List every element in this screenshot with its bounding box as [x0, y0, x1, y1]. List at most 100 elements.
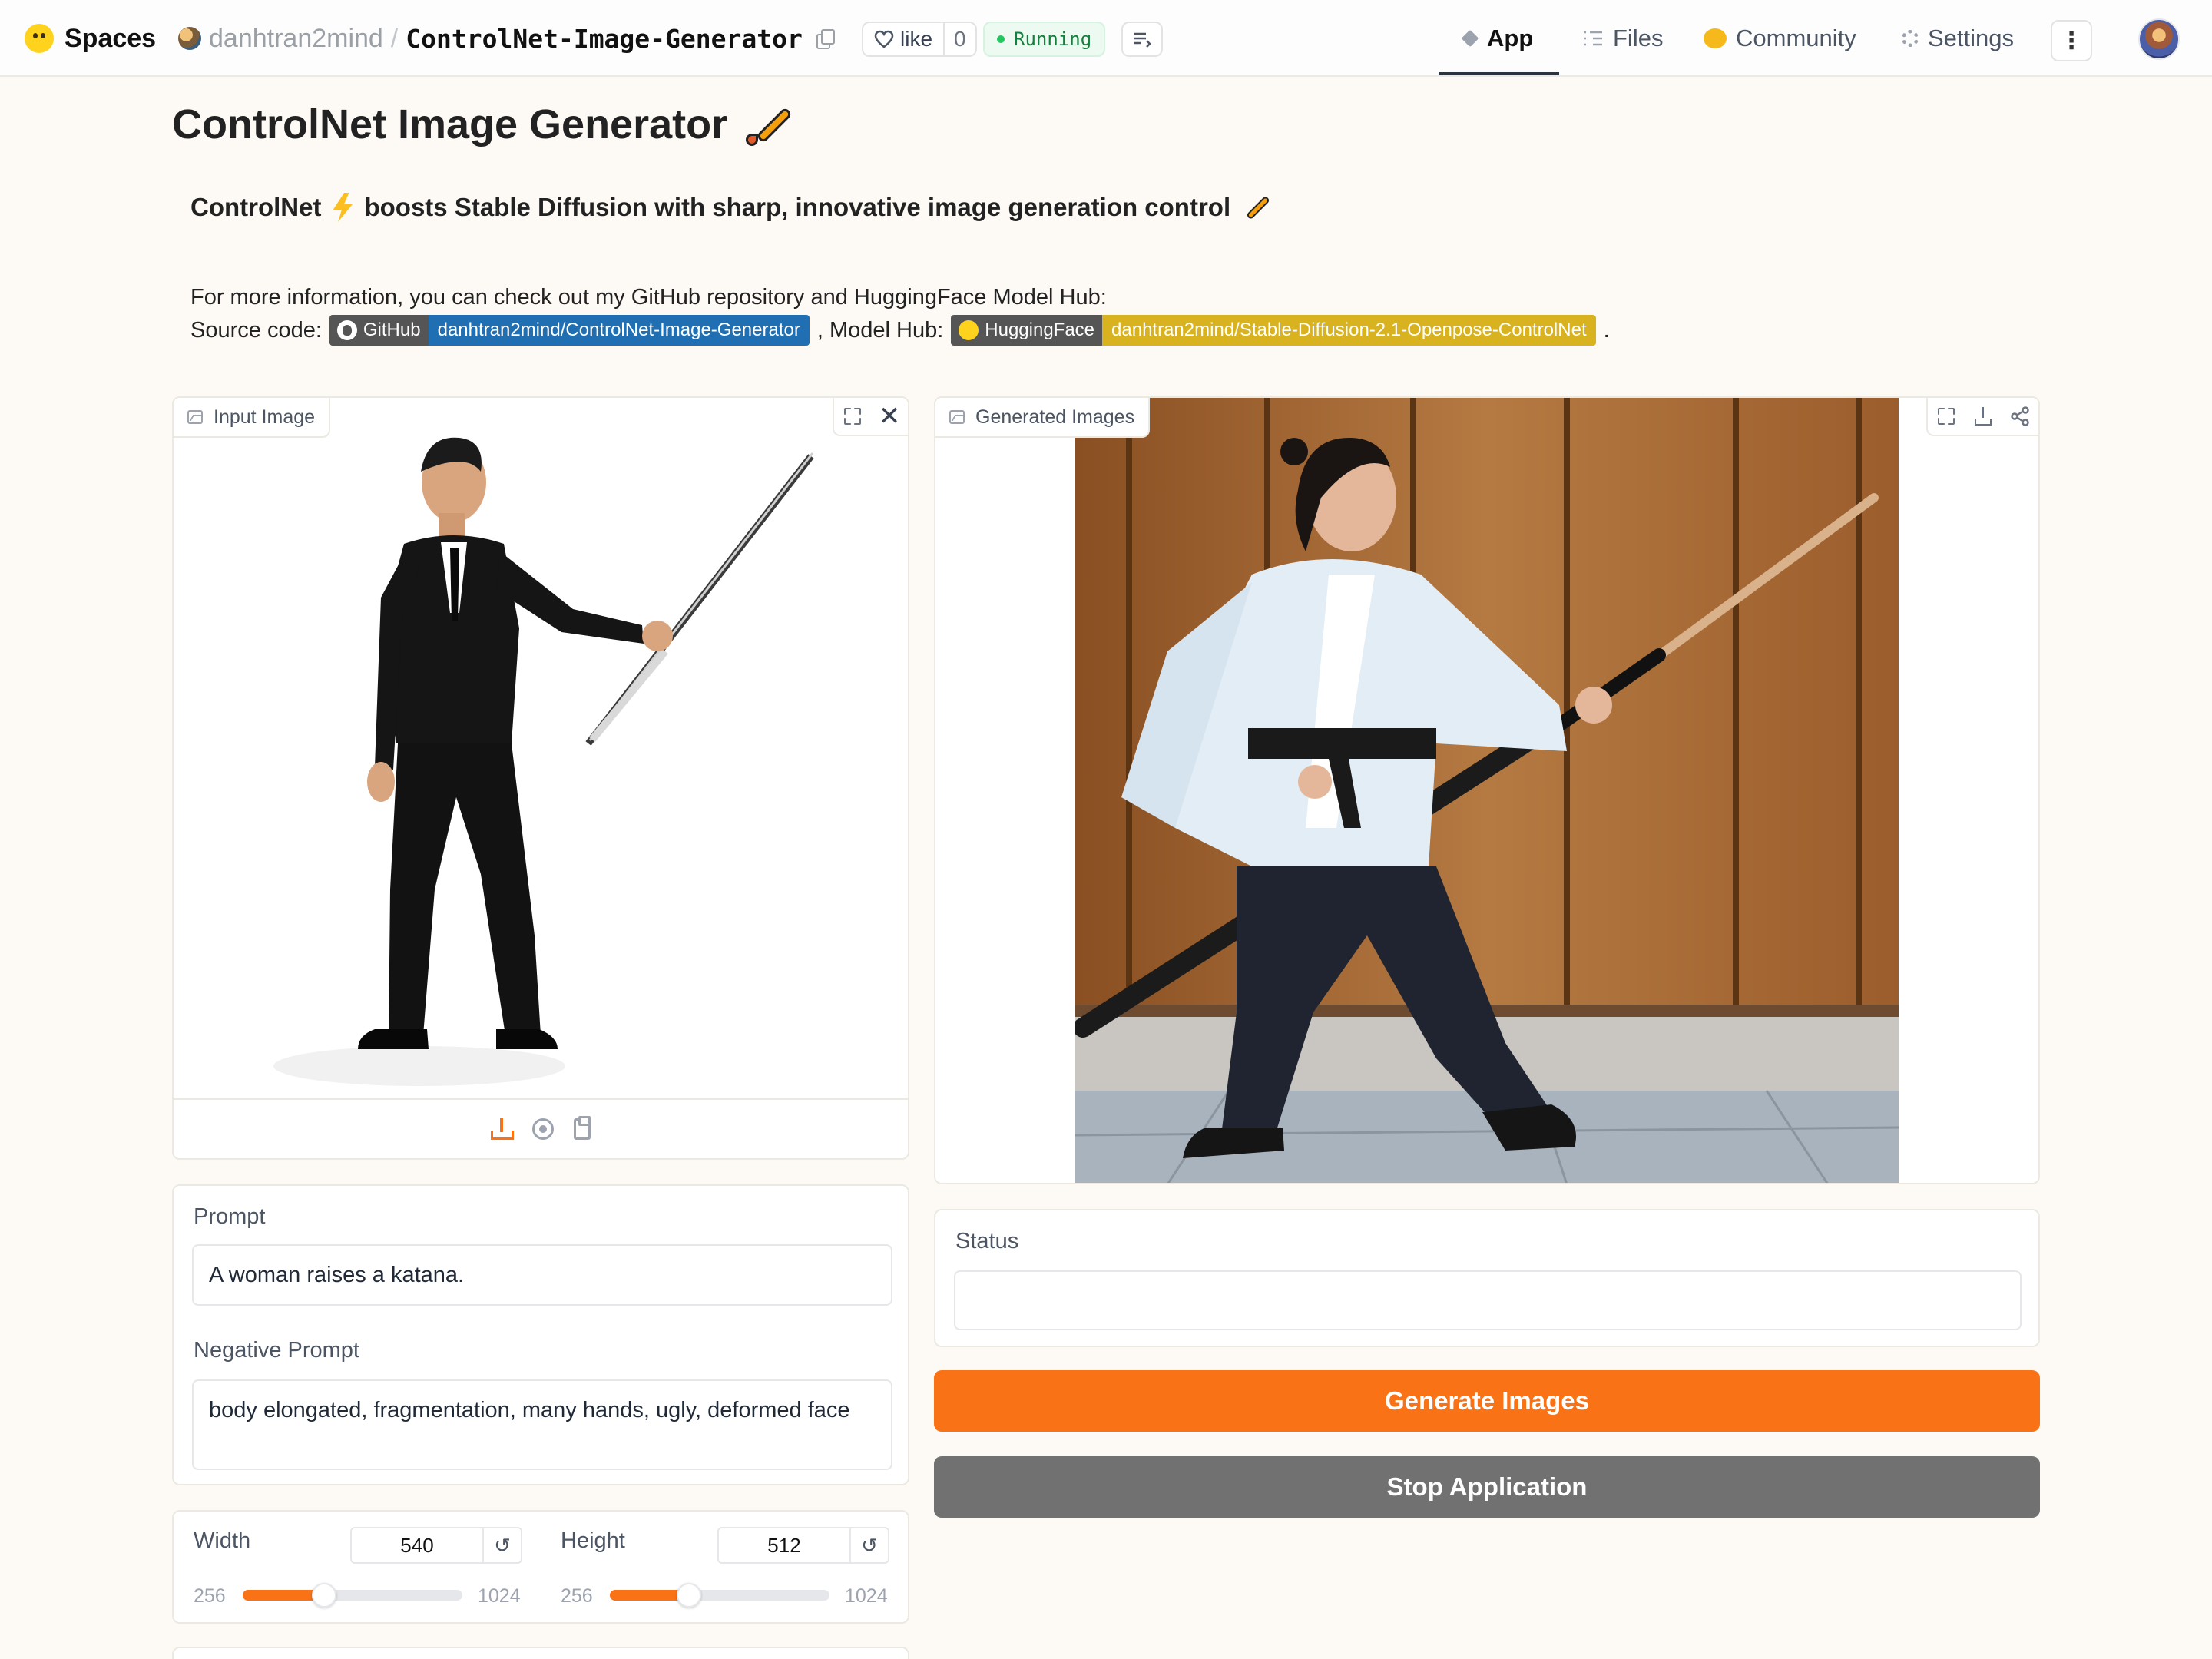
- hf-badge-left: HuggingFace: [985, 320, 1095, 340]
- tab-settings-label: Settings: [1928, 25, 2015, 51]
- like-label: like: [900, 27, 933, 51]
- info-text: For more information, you can check out …: [190, 285, 1107, 310]
- repo-name-link[interactable]: ControlNet-Image-Generator: [406, 24, 803, 54]
- paintbrush-icon: [743, 100, 793, 149]
- generate-images-button[interactable]: Generate Images: [934, 1370, 2040, 1432]
- like-count: 0: [943, 23, 975, 55]
- github-badge-link[interactable]: GitHub danhtran2mind/ControlNet-Image-Ge…: [329, 315, 810, 346]
- input-image-toolbar: ✕: [833, 398, 908, 436]
- download-button[interactable]: [1965, 398, 2002, 435]
- negative-prompt-input[interactable]: body elongated, fragmentation, many hand…: [192, 1379, 892, 1470]
- upload-icon[interactable]: [491, 1118, 514, 1140]
- clear-image-button[interactable]: ✕: [871, 398, 908, 435]
- heart-icon: [874, 30, 894, 48]
- status-badge-label: Running: [1014, 28, 1092, 50]
- files-icon: [1584, 31, 1602, 46]
- active-tab-indicator: [1439, 72, 1559, 75]
- webcam-icon[interactable]: [532, 1118, 554, 1140]
- width-max: 1024: [478, 1585, 521, 1607]
- github-badge-left: GitHub: [363, 320, 421, 340]
- fullscreen-button[interactable]: [834, 398, 871, 435]
- image-icon: [949, 410, 965, 424]
- top-nav: Spaces danhtran2mind / ControlNet-Image-…: [0, 0, 2212, 77]
- download-icon: [1975, 407, 1992, 426]
- repo-breadcrumb: danhtran2mind / ControlNet-Image-Generat…: [178, 20, 835, 57]
- trailing-period: .: [1603, 317, 1610, 343]
- status-label: Status: [955, 1229, 1019, 1253]
- height-number-input[interactable]: 512 ↺: [717, 1527, 889, 1564]
- community-icon: [1704, 28, 1727, 48]
- huggingface-logo-icon: [25, 24, 54, 53]
- subtitle-rest: boosts Stable Diffusion with sharp, inno…: [364, 193, 1231, 221]
- tab-community[interactable]: Community: [1704, 20, 1856, 57]
- prompt-input[interactable]: A woman raises a katana.: [192, 1244, 892, 1306]
- page-subtitle: ControlNet boosts Stable Diffusion with …: [190, 192, 1271, 223]
- source-links: Source code: GitHub danhtran2mind/Contro…: [190, 315, 1610, 346]
- huggingface-icon: [959, 320, 979, 340]
- breadcrumb-separator: /: [390, 23, 399, 53]
- tab-community-label: Community: [1736, 25, 1856, 51]
- lightning-icon: [333, 193, 353, 222]
- owner-link[interactable]: danhtran2mind: [209, 24, 383, 54]
- logs-icon: [1134, 32, 1151, 48]
- status-output[interactable]: [954, 1270, 2022, 1330]
- page-title: ControlNet Image Generator: [172, 100, 793, 149]
- height-max: 1024: [845, 1585, 888, 1607]
- clipboard-icon[interactable]: [574, 1116, 591, 1140]
- model-hub-label: , Model Hub:: [816, 317, 944, 343]
- share-icon: [2011, 406, 2029, 426]
- github-badge-right: danhtran2mind/ControlNet-Image-Generator: [428, 315, 810, 346]
- status-block: Status: [934, 1209, 2040, 1347]
- close-icon: ✕: [878, 402, 901, 431]
- image-icon: [187, 410, 203, 424]
- fullscreen-button[interactable]: [1928, 398, 1965, 435]
- huggingface-badge-link[interactable]: HuggingFace danhtran2mind/Stable-Diffusi…: [951, 315, 1596, 346]
- height-slider[interactable]: [610, 1583, 830, 1608]
- copy-icon[interactable]: [816, 29, 835, 49]
- more-vertical-icon: ⋮: [2060, 28, 2083, 54]
- gear-icon: [1902, 30, 1919, 47]
- brand-label: Spaces: [65, 23, 157, 53]
- stop-application-button[interactable]: Stop Application: [934, 1456, 2040, 1518]
- input-image-label: Input Image: [174, 398, 331, 438]
- negative-prompt-label: Negative Prompt: [194, 1338, 359, 1363]
- input-image[interactable]: [174, 398, 909, 1101]
- height-label: Height: [561, 1528, 625, 1553]
- input-image-label-text: Input Image: [214, 406, 316, 428]
- cube-icon: [1461, 29, 1479, 48]
- like-button[interactable]: like 0: [862, 22, 977, 57]
- input-image-panel: Input Image ✕: [172, 396, 909, 1160]
- tab-app[interactable]: App: [1461, 20, 1534, 57]
- status-badge[interactable]: Running: [983, 22, 1106, 57]
- logs-button[interactable]: [1121, 22, 1163, 57]
- owner-avatar: [178, 27, 201, 50]
- prompt-label: Prompt: [194, 1204, 266, 1229]
- source-code-label: Source code:: [190, 317, 322, 343]
- spaces-home-link[interactable]: Spaces: [25, 20, 156, 57]
- advanced-options-block: [172, 1647, 909, 1659]
- generated-images-panel: Generated Images: [934, 396, 2040, 1184]
- width-slider-thumb[interactable]: [311, 1583, 336, 1608]
- generated-images-label: Generated Images: [935, 398, 1151, 438]
- share-button[interactable]: [2002, 398, 2038, 435]
- generated-image[interactable]: [1075, 398, 1899, 1184]
- tab-settings[interactable]: Settings: [1902, 20, 2014, 57]
- reset-icon: ↺: [494, 1533, 511, 1557]
- height-slider-thumb[interactable]: [676, 1583, 701, 1608]
- status-dot-icon: [997, 35, 1005, 43]
- more-options-button[interactable]: ⋮: [2051, 20, 2092, 61]
- paintbrush-icon: [1240, 192, 1271, 223]
- width-number-input[interactable]: 540 ↺: [350, 1527, 522, 1564]
- width-slider[interactable]: [243, 1583, 462, 1608]
- width-reset-button[interactable]: ↺: [482, 1528, 521, 1562]
- reset-icon: ↺: [861, 1533, 878, 1557]
- tab-app-label: App: [1487, 25, 1534, 51]
- size-block: Width 540 ↺ 256 1024 Height 512 ↺ 256 10…: [172, 1510, 909, 1624]
- width-value: 540: [400, 1533, 434, 1557]
- prompt-block: Prompt A woman raises a katana. Negative…: [172, 1184, 909, 1485]
- height-reset-button[interactable]: ↺: [849, 1528, 888, 1562]
- tab-files[interactable]: Files: [1582, 20, 1663, 57]
- image-source-bar: [174, 1098, 908, 1158]
- height-min: 256: [561, 1585, 593, 1607]
- user-avatar[interactable]: [2138, 18, 2180, 60]
